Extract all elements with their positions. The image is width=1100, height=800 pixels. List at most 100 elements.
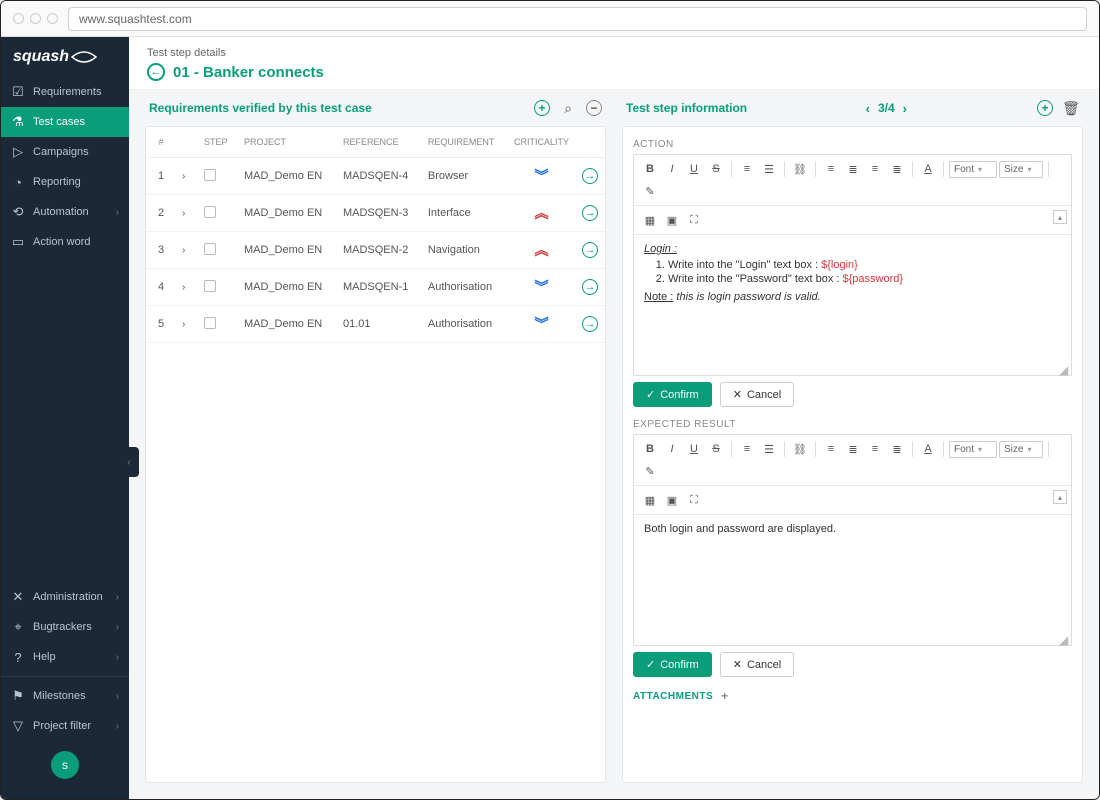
bullet-list-button[interactable]: ☰ — [759, 439, 779, 459]
search-button[interactable]: ⌕ — [560, 100, 576, 116]
url-bar[interactable]: www.squashtest.com — [68, 7, 1087, 31]
italic-button[interactable]: I — [662, 439, 682, 459]
toolbar-collapse-button[interactable]: ▴ — [1053, 210, 1067, 224]
align-center-button[interactable]: ≣ — [843, 439, 863, 459]
link-button[interactable]: ⛓ — [790, 159, 810, 179]
action-cancel-button[interactable]: ✕ Cancel — [720, 382, 794, 407]
delete-step-button[interactable]: 🗑 — [1063, 100, 1079, 116]
bullet-list-button[interactable]: ☰ — [759, 159, 779, 179]
table-button[interactable]: ▦ — [640, 490, 660, 510]
text-color-button[interactable]: A — [918, 439, 938, 459]
image-button[interactable]: ▣ — [662, 210, 682, 230]
nav-action-word[interactable]: ▭ Action word — [1, 227, 129, 257]
underline-button[interactable]: U — [684, 159, 704, 179]
bold-button[interactable]: B — [640, 439, 660, 459]
action-editor-body[interactable]: Login : Write into the "Login" text box … — [634, 235, 1071, 375]
align-justify-button[interactable]: ≣ — [887, 439, 907, 459]
row-action-button[interactable]: → — [582, 168, 598, 184]
text-color-button[interactable]: A — [918, 159, 938, 179]
prev-step-button[interactable]: ‹ — [866, 101, 870, 116]
app-logo: squash — [1, 37, 129, 77]
back-button[interactable]: ← — [147, 63, 165, 81]
underline-button[interactable]: U — [684, 439, 704, 459]
table-row: 3›MAD_Demo ENMADSQEN-2Navigation︽→ — [146, 232, 605, 269]
align-justify-button[interactable]: ≣ — [887, 159, 907, 179]
row-checkbox[interactable] — [204, 206, 216, 218]
col-criticality: CRITICALITY — [508, 127, 575, 158]
fullscreen-button[interactable]: ⛶ — [684, 210, 704, 230]
sidebar-collapse[interactable]: ‹ — [119, 447, 139, 477]
strike-button[interactable]: S — [706, 159, 726, 179]
align-right-button[interactable]: ≡ — [865, 159, 885, 179]
align-center-button[interactable]: ≣ — [843, 159, 863, 179]
resize-handle[interactable]: ◢ — [1059, 363, 1069, 373]
row-action-button[interactable]: → — [582, 242, 598, 258]
remove-requirement-button[interactable]: − — [586, 100, 602, 116]
row-action-button[interactable]: → — [582, 316, 598, 332]
row-checkbox[interactable] — [204, 169, 216, 181]
chevron-right-icon: › — [116, 721, 119, 732]
italic-button[interactable]: I — [662, 159, 682, 179]
nav-automation[interactable]: ⟲ Automation › — [1, 197, 129, 227]
nav-administration[interactable]: ✕ Administration › — [1, 582, 129, 612]
expand-row-button[interactable]: › — [182, 208, 185, 219]
requirements-table: # STEP PROJECT REFERENCE REQUIREMENT CRI… — [146, 127, 605, 343]
font-select[interactable]: Font — [949, 441, 997, 458]
link-button[interactable]: ⛓ — [790, 439, 810, 459]
resize-handle[interactable]: ◢ — [1059, 633, 1069, 643]
action-confirm-button[interactable]: ✓ Confirm — [633, 382, 712, 407]
numbered-list-button[interactable]: ≡ — [737, 159, 757, 179]
add-attachment-button[interactable]: + — [721, 689, 729, 703]
format-paint-button[interactable]: ✎ — [640, 181, 660, 201]
checklist-icon: ☑ — [11, 85, 25, 99]
nav-requirements[interactable]: ☑ Requirements — [1, 77, 129, 107]
row-action-button[interactable]: → — [582, 205, 598, 221]
align-left-button[interactable]: ≡ — [821, 159, 841, 179]
user-avatar[interactable]: s — [51, 751, 79, 779]
expand-row-button[interactable]: › — [182, 282, 185, 293]
expand-row-button[interactable]: › — [182, 245, 185, 256]
nav-campaigns[interactable]: ▷ Campaigns — [1, 137, 129, 167]
format-paint-button[interactable]: ✎ — [640, 461, 660, 481]
add-requirement-button[interactable]: + — [534, 100, 550, 116]
book-icon: ▭ — [11, 235, 25, 249]
font-select[interactable]: Font — [949, 161, 997, 178]
expected-confirm-button[interactable]: ✓ Confirm — [633, 652, 712, 677]
expected-cancel-button[interactable]: ✕ Cancel — [720, 652, 794, 677]
expected-editor-body[interactable]: Both login and password are displayed. ◢ — [634, 515, 1071, 645]
table-button[interactable]: ▦ — [640, 210, 660, 230]
size-select[interactable]: Size — [999, 161, 1043, 178]
row-checkbox[interactable] — [204, 243, 216, 255]
row-action-button[interactable]: → — [582, 279, 598, 295]
align-left-button[interactable]: ≡ — [821, 439, 841, 459]
numbered-list-button[interactable]: ≡ — [737, 439, 757, 459]
nav-project-filter[interactable]: ▽ Project filter › — [1, 711, 129, 741]
nav-reporting[interactable]: ◔ Reporting — [1, 167, 129, 197]
image-button[interactable]: ▣ — [662, 490, 682, 510]
nav-item-label: Milestones — [33, 690, 86, 702]
nav-item-label: Requirements — [33, 86, 101, 98]
nav-bugtrackers[interactable]: ⌖ Bugtrackers › — [1, 612, 129, 642]
expand-row-button[interactable]: › — [182, 171, 185, 182]
bold-button[interactable]: B — [640, 159, 660, 179]
align-right-button[interactable]: ≡ — [865, 439, 885, 459]
nav-item-label: Reporting — [33, 176, 81, 188]
next-step-button[interactable]: › — [903, 101, 907, 116]
fullscreen-button[interactable]: ⛶ — [684, 490, 704, 510]
row-num: 4 — [146, 269, 176, 306]
toolbar-collapse-button[interactable]: ▴ — [1053, 490, 1067, 504]
cell-project: MAD_Demo EN — [238, 232, 337, 269]
nav-help[interactable]: ? Help › — [1, 642, 129, 672]
strike-button[interactable]: S — [706, 439, 726, 459]
nav-milestones[interactable]: ⚑ Milestones › — [1, 681, 129, 711]
add-step-button[interactable]: + — [1037, 100, 1053, 116]
step-pagination: ‹ 3/4 › — [866, 101, 907, 116]
size-select[interactable]: Size — [999, 441, 1043, 458]
expand-row-button[interactable]: › — [182, 319, 185, 330]
row-checkbox[interactable] — [204, 317, 216, 329]
nav-test-cases[interactable]: ⚗ Test cases — [1, 107, 129, 137]
user-initial: s — [62, 758, 68, 772]
col-requirement: REQUIREMENT — [422, 127, 508, 158]
col-project: PROJECT — [238, 127, 337, 158]
row-checkbox[interactable] — [204, 280, 216, 292]
